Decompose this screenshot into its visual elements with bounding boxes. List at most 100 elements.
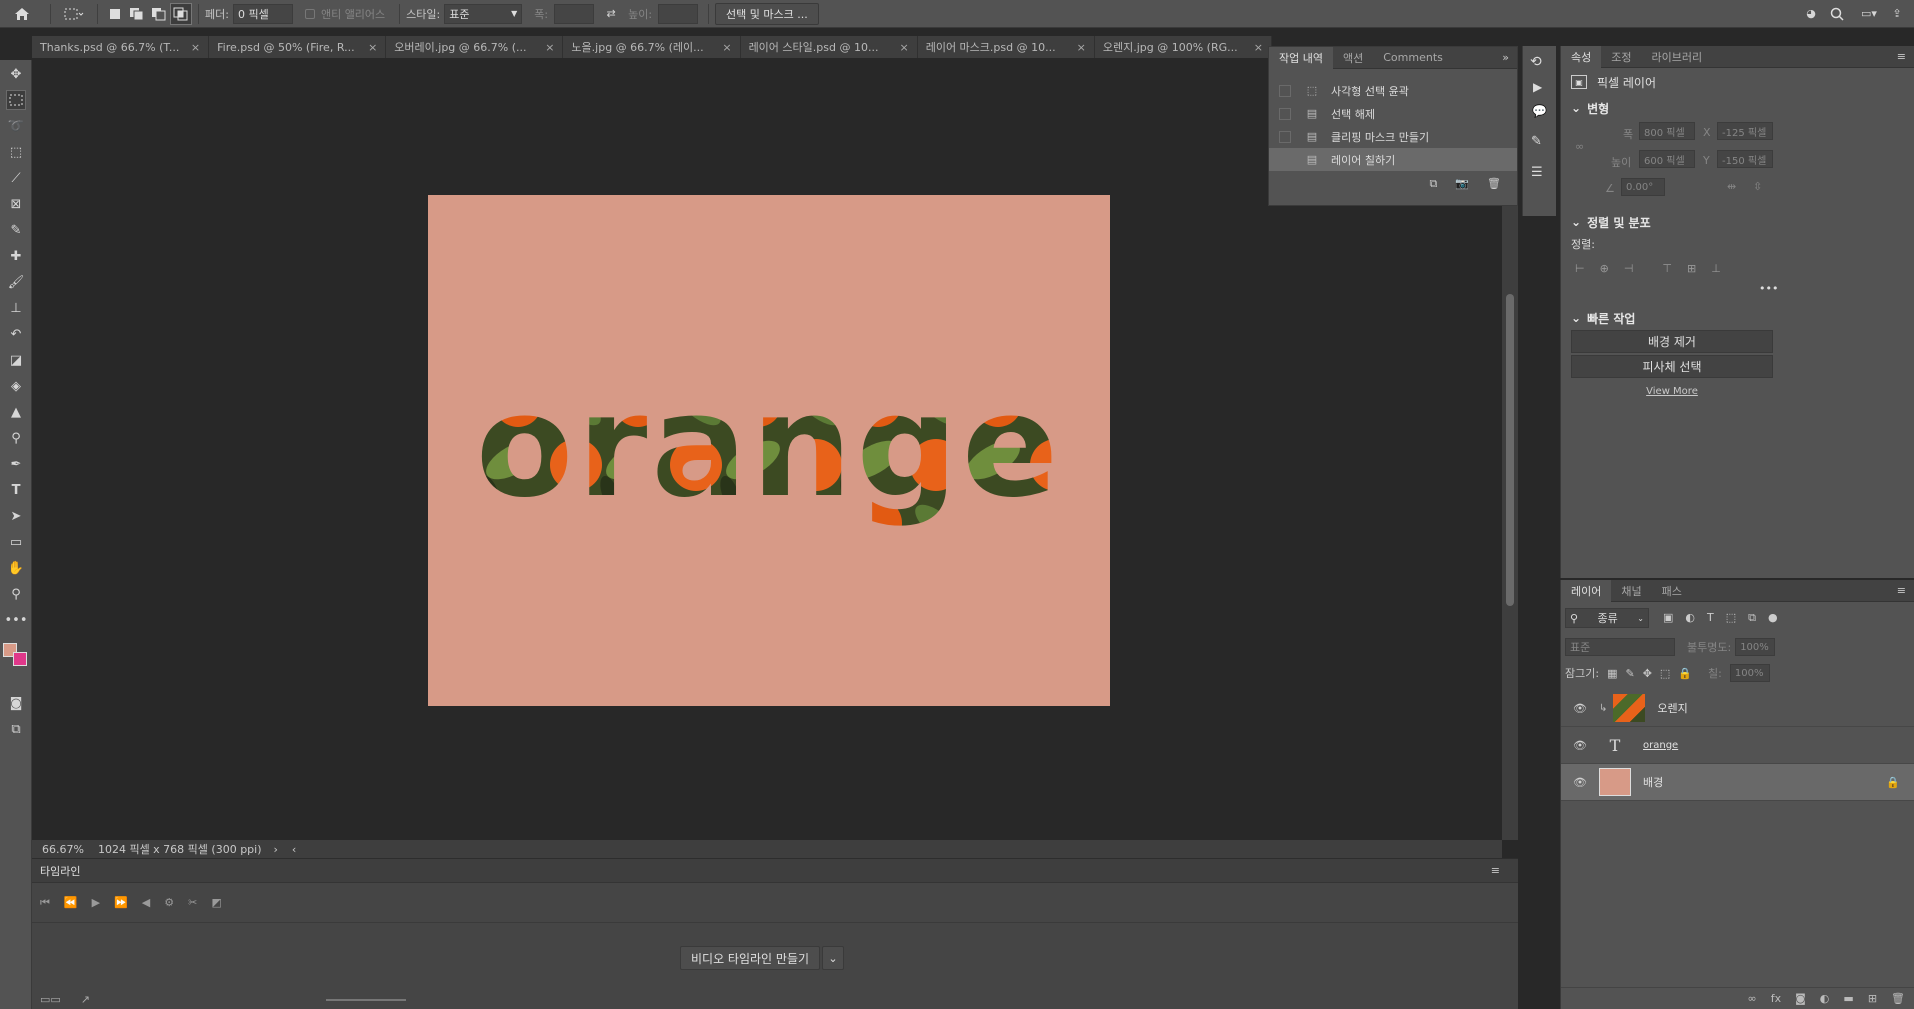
type-tool-icon[interactable]: T [6,480,26,500]
camera-icon[interactable]: 📷 [1455,177,1469,191]
hand-tool-icon[interactable]: ✋ [6,558,26,578]
create-video-timeline-button[interactable]: 비디오 타임라인 만들기 [680,946,821,970]
search-icon[interactable] [1826,3,1848,25]
eye-icon[interactable]: 👁 [1573,776,1587,789]
share-account-icon[interactable]: ◕ [1800,3,1822,25]
rectangle-tool-icon[interactable]: ▭ [6,532,26,552]
filter-pixel-icon[interactable]: ▣ [1663,611,1673,625]
intersect-selection-icon[interactable] [170,2,192,25]
height-field[interactable]: 600 픽셀 [1639,150,1695,168]
align-middle-v-icon[interactable]: ⊞ [1687,262,1696,275]
view-more-link[interactable]: View More [1571,386,1773,397]
trash-icon[interactable]: 🗑 [1891,992,1905,1005]
render-icon[interactable]: ↗ [81,993,90,1006]
close-icon[interactable]: × [191,41,200,54]
align-left-icon[interactable]: ⊢ [1575,262,1585,275]
lock-all-icon[interactable]: 🔒 [1678,667,1692,680]
close-icon[interactable]: × [1077,41,1086,54]
chevron-right-icon[interactable]: › [274,843,278,856]
tab-libraries[interactable]: 라이브러리 [1642,46,1713,68]
panel-menu-icon[interactable]: » [1502,51,1509,64]
flip-horizontal-icon[interactable]: ⇹ [1727,180,1736,193]
style-select[interactable]: 표준 ▼ [444,3,523,24]
lock-artboard-icon[interactable]: ⬚ [1660,667,1670,680]
tab-adjustments[interactable]: 조정 [1601,46,1641,68]
fill-field[interactable]: 100% [1729,664,1770,682]
history-item[interactable]: ▤ 선택 해제 [1269,102,1517,125]
new-group-icon[interactable]: ▬ [1843,992,1853,1005]
doc-tab[interactable]: 레이어 마스크.psd @ 10... × [918,36,1095,58]
healing-brush-tool-icon[interactable]: ✚ [6,246,26,266]
history-item[interactable]: ⬚ 사각형 선택 윤곽 [1269,79,1517,102]
align-right-icon[interactable]: ⊣ [1624,262,1634,275]
history-item[interactable]: ▤ 클리핑 마스크 만들기 [1269,125,1517,148]
remove-background-button[interactable]: 배경 제거 [1571,330,1773,353]
path-select-tool-icon[interactable]: ➤ [6,506,26,526]
tab-properties[interactable]: 속성 [1561,45,1602,68]
link-layers-icon[interactable]: ∞ [1748,992,1757,1005]
align-section-header[interactable]: ⌄ 정렬 및 분포 [1561,210,1914,234]
close-icon[interactable]: × [545,41,554,54]
filter-adjustment-icon[interactable]: ◐ [1685,611,1695,625]
tab-history[interactable]: 작업 내역 [1269,46,1333,69]
filter-toggle-icon[interactable]: ● [1768,611,1778,625]
quick-actions-section-header[interactable]: ⌄ 빠른 작업 [1561,306,1914,330]
add-mask-icon[interactable]: ◙ [1795,992,1806,1005]
fx-icon[interactable]: fx [1771,992,1781,1005]
zoom-level[interactable]: 66.67% [42,843,84,856]
blend-mode-select[interactable]: 표준 [1565,638,1675,656]
chevron-left-icon[interactable]: ‹ [292,843,296,856]
tab-paths[interactable]: 패스 [1652,580,1692,602]
document-canvas[interactable]: orange [428,195,1110,706]
lock-position-icon[interactable]: ✥ [1643,667,1652,680]
tab-actions[interactable]: 액션 [1333,47,1373,69]
transform-section-header[interactable]: ⌄ 변형 [1561,96,1914,120]
lock-image-icon[interactable]: ✎ [1625,667,1634,680]
layer-filter-select[interactable]: ⚲ 종류 ⌄ [1565,608,1649,628]
brush-tool-icon[interactable]: 🖌 [6,272,26,292]
height-input[interactable] [658,3,699,24]
share-icon[interactable]: ⇪ [1886,3,1908,25]
brush-settings-icon[interactable]: ✎ [1531,134,1548,149]
marquee-preset-icon[interactable] [57,3,91,25]
actions-panel-icon[interactable]: ▶ [1533,80,1546,94]
width-input[interactable] [554,3,595,24]
workspace-icon[interactable]: ▭▾ [1852,3,1886,25]
paint-bucket-tool-icon[interactable]: ◈ [6,376,26,396]
filter-smart-object-icon[interactable]: ⧉ [1748,611,1756,625]
adjustment-layer-icon[interactable]: ◐ [1820,992,1830,1005]
subtract-selection-icon[interactable] [148,3,170,25]
more-tools-icon[interactable]: ••• [5,610,28,630]
anti-alias-checkbox[interactable] [304,8,315,19]
play-icon[interactable]: ▶ [92,896,100,909]
blur-tool-icon[interactable]: ▲ [6,402,26,422]
new-layer-icon[interactable]: ⊞ [1868,992,1877,1005]
history-panel-icon[interactable]: ⟲ [1530,54,1549,70]
eye-icon[interactable]: 👁 [1573,739,1587,752]
align-bottom-icon[interactable]: ⊥ [1711,262,1721,275]
lasso-tool-icon[interactable]: ➰ [6,116,26,136]
object-select-tool-icon[interactable]: ⬚ [6,142,26,162]
new-selection-icon[interactable] [104,3,126,25]
crop-tool-icon[interactable]: ⟋ [6,168,26,188]
opacity-field[interactable]: 100% [1735,638,1776,656]
marquee-tool-icon[interactable] [6,90,26,110]
first-frame-icon[interactable]: ⏮ [40,896,50,910]
quick-mask-icon[interactable]: ◙ [6,693,26,713]
comments-panel-icon[interactable]: 💬 [1532,104,1547,118]
history-item[interactable]: ▤ 레이어 칠하기 [1269,148,1517,171]
close-icon[interactable]: × [368,41,377,54]
doc-tab[interactable]: 레이어 스타일.psd @ 10... × [741,36,918,58]
screen-mode-icon[interactable]: ⧉ [6,719,26,739]
adjust-icon[interactable]: ☰ [1531,165,1548,180]
doc-tab[interactable]: 노을.jpg @ 66.7% (레이... × [563,36,741,58]
width-field[interactable]: 800 픽셀 [1639,122,1695,140]
trash-icon[interactable]: 🗑 [1487,177,1501,191]
audio-icon[interactable]: ◀ [142,896,150,909]
doc-tab[interactable]: 오버레이.jpg @ 66.7% (... × [386,36,564,58]
pen-tool-icon[interactable]: ✒ [6,454,26,474]
y-field[interactable]: -150 픽셀 [1717,150,1773,168]
filter-type-icon[interactable]: T [1707,611,1714,625]
close-icon[interactable]: × [899,41,908,54]
eye-icon[interactable]: 👁 [1573,702,1587,715]
